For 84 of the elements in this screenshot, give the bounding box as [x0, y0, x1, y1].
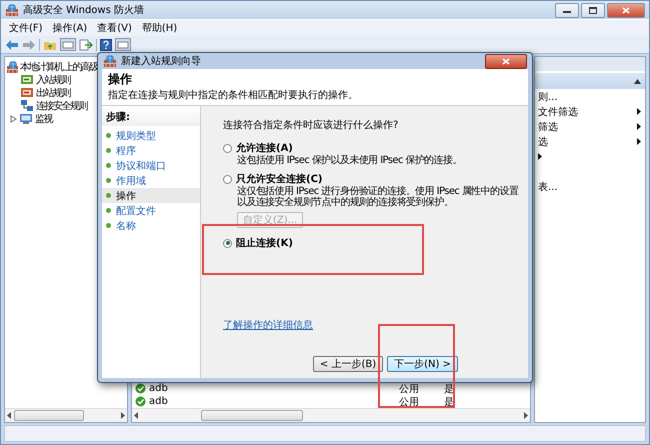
step-bullet-icon	[106, 133, 111, 138]
menu-item[interactable]: 查看(V)	[97, 21, 132, 35]
maximize-icon	[589, 6, 597, 14]
step-item[interactable]: 名称	[102, 218, 200, 233]
minimize-button[interactable]	[555, 2, 579, 18]
step-bullet-icon	[106, 178, 111, 183]
tree-item[interactable]: 入站规则	[36, 72, 70, 86]
scroll-left-icon[interactable]	[134, 412, 139, 419]
horizontal-scrollbar[interactable]	[132, 408, 530, 422]
page-subtitle: 指定在连接与规则中指定的条件相匹配时要执行的操作。	[108, 88, 359, 102]
outbound-rules-icon	[20, 86, 34, 99]
firewall-icon	[5, 3, 19, 17]
step-bullet-icon	[106, 163, 111, 168]
action-item[interactable]: 则...	[535, 89, 645, 104]
action-item[interactable]: 表...	[535, 179, 645, 194]
action-item[interactable]: 筛选	[535, 119, 645, 134]
submenu-arrow-icon	[637, 123, 641, 130]
radio-option[interactable]: 阻止连接(K)	[223, 236, 293, 250]
option-description: 这仅包括使用 IPsec 进行身份验证的连接。使用 IPsec 属性中的设置以及连接安全规则节点中的规则的连接将受到保护。	[236, 186, 520, 208]
table-cell-text: adb	[149, 396, 169, 407]
step-item[interactable]: 程序	[102, 143, 200, 158]
step-item[interactable]: 操作	[102, 188, 200, 203]
panel-view-icon[interactable]	[60, 38, 76, 51]
menu-item[interactable]: 文件(F)	[9, 21, 43, 35]
monitor-icon	[19, 112, 33, 125]
back-arrow-icon[interactable]	[5, 38, 19, 50]
table-cell-text: adb	[149, 383, 169, 394]
scroll-right-icon[interactable]	[120, 412, 125, 419]
firewall-icon	[103, 54, 117, 68]
panel-view-icon[interactable]	[115, 38, 131, 51]
table-cell-text: 公用	[399, 396, 420, 408]
scrollbar-thumb[interactable]	[201, 410, 303, 421]
help-icon[interactable]	[100, 38, 112, 50]
close-button[interactable]	[485, 54, 527, 68]
step-item[interactable]: 配置文件	[102, 203, 200, 218]
scrollbar-thumb[interactable]	[14, 410, 84, 421]
tree-item[interactable]: 出站规则	[36, 86, 70, 100]
submenu-arrow-icon	[637, 108, 641, 115]
enabled-check-icon	[135, 383, 146, 394]
learn-more-link[interactable]: 了解操作的详细信息	[223, 318, 313, 332]
expand-arrow-icon[interactable]	[10, 114, 17, 122]
menu-item[interactable]: 帮助(H)	[142, 21, 178, 35]
step-bullet-icon	[106, 193, 111, 198]
maximize-button[interactable]	[581, 2, 605, 18]
dialog-title: 新建入站规则向导	[121, 54, 202, 68]
close-button[interactable]	[607, 2, 645, 18]
radio-option[interactable]: 只允许安全连接(C)	[223, 172, 322, 186]
submenu-arrow-icon	[538, 153, 542, 160]
step-bullet-icon	[106, 148, 111, 153]
back-button[interactable]: < 上一步(B)	[312, 356, 384, 372]
menu-item[interactable]: 操作(A)	[52, 21, 88, 35]
step-item[interactable]: 作用域	[102, 173, 200, 188]
page-heading: 操作	[108, 71, 133, 88]
inbound-rules-icon	[20, 73, 34, 86]
action-item[interactable]: 选	[535, 134, 645, 149]
enabled-check-icon	[135, 396, 146, 407]
tree-item[interactable]: 监视	[35, 112, 52, 126]
action-item[interactable]: 文件筛选	[535, 104, 645, 119]
radio-option[interactable]: 允许连接(A)	[223, 141, 293, 155]
step-item[interactable]: 规则类型	[102, 128, 200, 143]
submenu-arrow-icon	[637, 138, 641, 145]
table-cell-text: 是	[444, 382, 454, 396]
scroll-left-icon[interactable]	[7, 412, 12, 419]
close-icon	[502, 58, 510, 64]
horizontal-scrollbar[interactable]	[5, 408, 127, 422]
table-cell-text: 是	[444, 396, 454, 408]
tree-item[interactable]: 连接安全规则	[36, 98, 87, 112]
scroll-right-icon[interactable]	[523, 412, 528, 419]
collapse-icon[interactable]	[634, 78, 641, 84]
table-cell-text: 公用	[399, 382, 420, 396]
window-title: 高级安全 Windows 防火墙	[23, 4, 145, 17]
radio-button[interactable]	[223, 238, 232, 248]
connection-security-icon	[20, 99, 34, 112]
firewall-icon	[6, 60, 18, 74]
step-bullet-icon	[106, 208, 111, 213]
export-icon[interactable]	[79, 38, 93, 50]
next-button[interactable]: 下一步(N) >	[387, 356, 458, 372]
radio-button[interactable]	[223, 174, 232, 184]
close-icon	[622, 6, 630, 14]
radio-button[interactable]	[223, 144, 232, 152]
option-description: 这包括使用 IPsec 保护以及未使用 IPsec 保护的连接。	[236, 155, 463, 166]
question-text: 连接符合指定条件时应该进行什么操作?	[223, 118, 400, 132]
step-bullet-icon	[106, 223, 111, 228]
step-item[interactable]: 协议和端口	[102, 158, 200, 173]
